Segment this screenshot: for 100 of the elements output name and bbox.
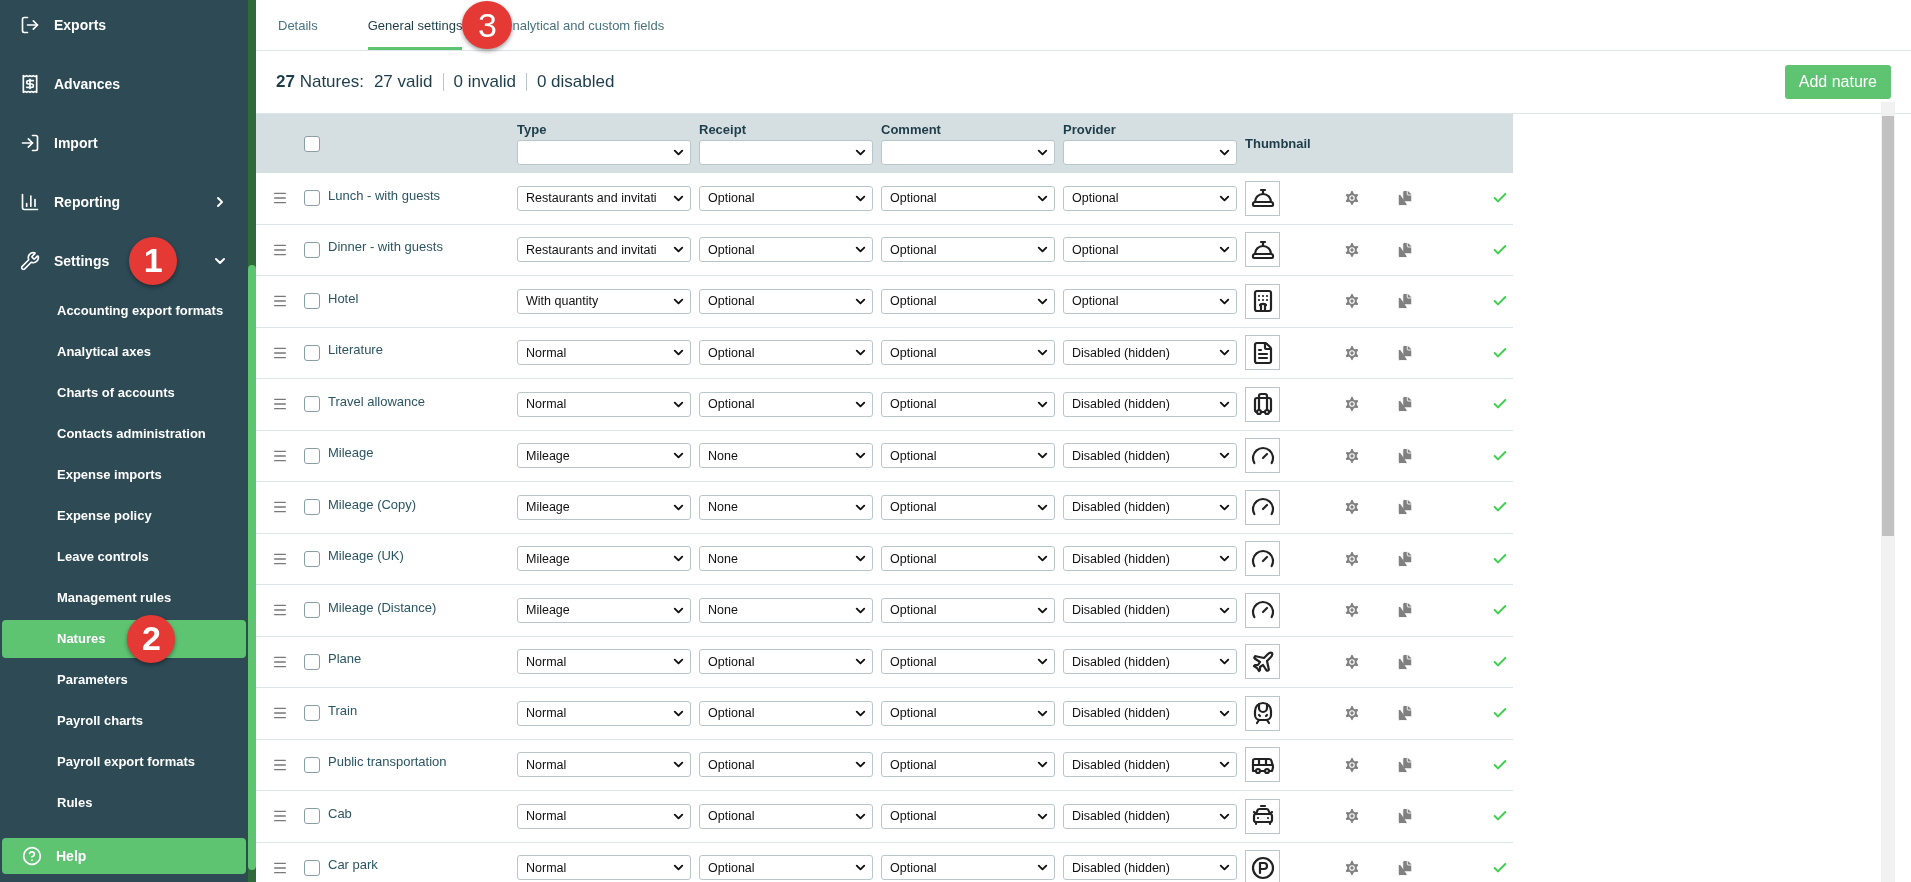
nav-item[interactable]: Reporting: [0, 172, 248, 231]
copy-icon[interactable]: [1396, 704, 1414, 723]
copy-icon[interactable]: [1396, 395, 1414, 414]
type-select[interactable]: Mileage: [517, 443, 691, 469]
comment-select[interactable]: Optional: [881, 443, 1055, 469]
comment-select[interactable]: Optional: [881, 340, 1055, 366]
provider-select[interactable]: Optional: [1063, 237, 1237, 263]
nature-name[interactable]: Mileage (Copy): [328, 496, 517, 512]
copy-icon[interactable]: [1396, 343, 1414, 362]
row-checkbox[interactable]: [304, 396, 320, 413]
invalid-count[interactable]: 0 invalid: [453, 72, 516, 92]
settings-icon[interactable]: [1343, 498, 1361, 517]
type-select[interactable]: Mileage: [517, 494, 691, 520]
copy-icon[interactable]: [1396, 652, 1414, 671]
type-select[interactable]: Normal: [517, 340, 691, 366]
nav-subitem[interactable]: Expense imports: [2, 455, 246, 494]
nav-item[interactable]: Advances: [0, 54, 248, 113]
receipt-select[interactable]: Optional: [699, 340, 873, 366]
thumbnail[interactable]: [1245, 592, 1280, 628]
provider-select[interactable]: Optional: [1063, 288, 1237, 314]
provider-select[interactable]: Disabled (hidden): [1063, 391, 1237, 417]
row-checkbox[interactable]: [304, 705, 320, 722]
receipt-select[interactable]: Optional: [699, 185, 873, 211]
thumbnail[interactable]: [1245, 386, 1280, 422]
nav-subitem[interactable]: Leave controls: [2, 537, 246, 576]
row-checkbox[interactable]: [304, 293, 320, 310]
receipt-select[interactable]: Optional: [699, 803, 873, 829]
thumbnail[interactable]: [1245, 489, 1280, 525]
provider-select[interactable]: Disabled (hidden): [1063, 494, 1237, 520]
nav-subitem[interactable]: Rules: [2, 783, 246, 822]
settings-icon[interactable]: [1343, 652, 1361, 671]
sidebar-scrollbar[interactable]: [248, 265, 256, 870]
provider-select[interactable]: Disabled (hidden): [1063, 546, 1237, 572]
thumbnail[interactable]: [1245, 438, 1280, 474]
comment-select[interactable]: Optional: [881, 649, 1055, 675]
row-checkbox[interactable]: [304, 808, 320, 825]
provider-select[interactable]: Disabled (hidden): [1063, 443, 1237, 469]
provider-select[interactable]: Disabled (hidden): [1063, 855, 1237, 881]
provider-select[interactable]: Disabled (hidden): [1063, 700, 1237, 726]
nav-subitem[interactable]: Payroll export formats: [2, 742, 246, 781]
copy-icon[interactable]: [1396, 189, 1414, 208]
copy-icon[interactable]: [1396, 498, 1414, 517]
nature-name[interactable]: Plane: [328, 651, 517, 667]
comment-select[interactable]: Optional: [881, 855, 1055, 881]
nature-name[interactable]: Hotel: [328, 290, 517, 306]
provider-select[interactable]: Disabled (hidden): [1063, 340, 1237, 366]
receipt-select[interactable]: Optional: [699, 391, 873, 417]
copy-icon[interactable]: [1396, 858, 1414, 877]
tab[interactable]: nalytical and custom fields: [512, 18, 665, 50]
comment-select[interactable]: Optional: [881, 494, 1055, 520]
receipt-select[interactable]: Optional: [699, 700, 873, 726]
settings-icon[interactable]: [1343, 343, 1361, 362]
type-select[interactable]: Normal: [517, 649, 691, 675]
nature-name[interactable]: Mileage (Distance): [328, 599, 517, 615]
comment-select[interactable]: Optional: [881, 597, 1055, 623]
provider-select[interactable]: Optional: [1063, 185, 1237, 211]
nav-subitem[interactable]: Charts of accounts: [2, 373, 246, 412]
row-checkbox[interactable]: [304, 756, 320, 773]
receipt-select[interactable]: Optional: [699, 649, 873, 675]
nature-name[interactable]: Lunch - with guests: [328, 187, 517, 203]
nav-item[interactable]: Import: [0, 113, 248, 172]
nav-subitem[interactable]: Accounting export formats: [2, 291, 246, 330]
nav-subitem[interactable]: Expense policy: [2, 496, 246, 535]
nature-name[interactable]: Travel allowance: [328, 393, 517, 409]
nature-name[interactable]: Dinner - with guests: [328, 239, 517, 255]
thumbnail[interactable]: [1245, 541, 1280, 577]
provider-select[interactable]: Disabled (hidden): [1063, 649, 1237, 675]
provider-select[interactable]: Disabled (hidden): [1063, 752, 1237, 778]
type-select[interactable]: Restaurants and invitati: [517, 237, 691, 263]
receipt-select[interactable]: Optional: [699, 752, 873, 778]
nature-name[interactable]: Public transportation: [328, 754, 517, 770]
row-checkbox[interactable]: [304, 241, 320, 258]
nav-subitem[interactable]: Parameters: [2, 660, 246, 699]
settings-icon[interactable]: [1343, 858, 1361, 877]
type-select[interactable]: Normal: [517, 803, 691, 829]
copy-icon[interactable]: [1396, 240, 1414, 259]
thumbnail[interactable]: [1245, 180, 1280, 216]
copy-icon[interactable]: [1396, 446, 1414, 465]
comment-select[interactable]: Optional: [881, 752, 1055, 778]
row-checkbox[interactable]: [304, 499, 320, 516]
type-select[interactable]: Normal: [517, 391, 691, 417]
settings-icon[interactable]: [1343, 240, 1361, 259]
nav-subitem[interactable]: Management rules: [2, 578, 246, 617]
thumbnail[interactable]: [1245, 335, 1280, 371]
type-select[interactable]: Normal: [517, 752, 691, 778]
comment-select[interactable]: Optional: [881, 546, 1055, 572]
settings-icon[interactable]: [1343, 755, 1361, 774]
nature-name[interactable]: Cab: [328, 805, 517, 821]
thumbnail[interactable]: [1245, 232, 1280, 268]
receipt-select[interactable]: None: [699, 597, 873, 623]
receipt-select[interactable]: None: [699, 443, 873, 469]
tab[interactable]: Details: [278, 18, 318, 50]
type-select[interactable]: Restaurants and invitati: [517, 185, 691, 211]
nature-name[interactable]: Car park: [328, 857, 517, 873]
nature-name[interactable]: Train: [328, 702, 517, 718]
copy-icon[interactable]: [1396, 601, 1414, 620]
type-select[interactable]: With quantity: [517, 288, 691, 314]
copy-icon[interactable]: [1396, 292, 1414, 311]
comment-select[interactable]: Optional: [881, 803, 1055, 829]
settings-icon[interactable]: [1343, 292, 1361, 311]
